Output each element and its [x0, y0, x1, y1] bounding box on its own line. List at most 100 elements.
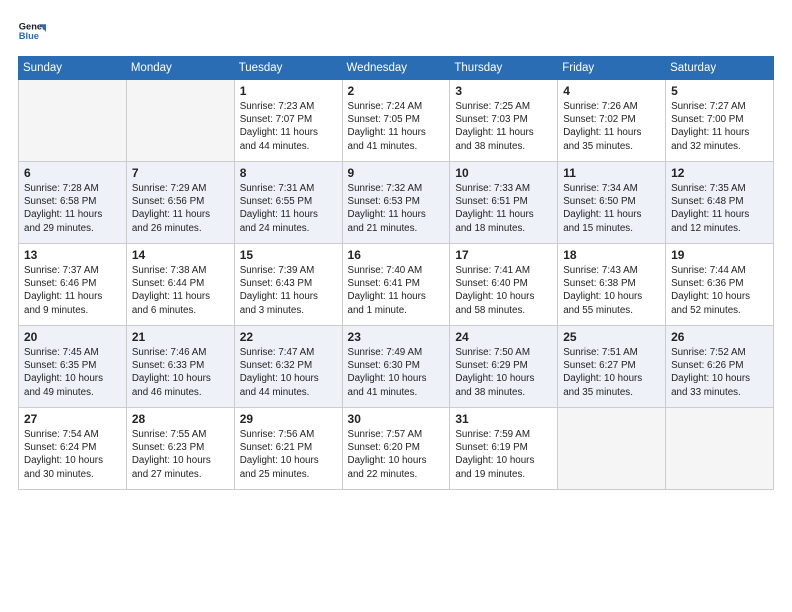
- day-number: 20: [24, 330, 121, 344]
- day-number: 6: [24, 166, 121, 180]
- day-info: Sunrise: 7:47 AMSunset: 6:32 PMDaylight:…: [240, 346, 337, 399]
- day-info: Sunrise: 7:35 AMSunset: 6:48 PMDaylight:…: [671, 182, 768, 235]
- calendar-cell: [666, 408, 774, 490]
- day-info: Sunrise: 7:34 AMSunset: 6:50 PMDaylight:…: [563, 182, 660, 235]
- day-number: 23: [348, 330, 445, 344]
- calendar-cell: 30 Sunrise: 7:57 AMSunset: 6:20 PMDayligh…: [342, 408, 450, 490]
- day-number: 24: [455, 330, 552, 344]
- day-info: Sunrise: 7:33 AMSunset: 6:51 PMDaylight:…: [455, 182, 552, 235]
- day-info: Sunrise: 7:25 AMSunset: 7:03 PMDaylight:…: [455, 100, 552, 153]
- day-number: 2: [348, 84, 445, 98]
- day-info: Sunrise: 7:40 AMSunset: 6:41 PMDaylight:…: [348, 264, 445, 317]
- svg-text:Blue: Blue: [19, 31, 39, 41]
- week-row-5: 27Sunrise: 7:54 AMSunset: 6:24 PMDayligh…: [19, 408, 774, 490]
- day-info: Sunrise: 7:41 AMSunset: 6:40 PMDaylight:…: [455, 264, 552, 317]
- day-number: 7: [132, 166, 229, 180]
- calendar-cell: 17 Sunrise: 7:41 AMSunset: 6:40 PMDayligh…: [450, 244, 558, 326]
- week-row-4: 20 Sunrise: 7:45 AMSunset: 6:35 PMDayligh…: [19, 326, 774, 408]
- calendar-cell: 10 Sunrise: 7:33 AMSunset: 6:51 PMDayligh…: [450, 162, 558, 244]
- calendar: SundayMondayTuesdayWednesdayThursdayFrid…: [18, 56, 774, 490]
- day-info: Sunrise: 7:50 AMSunset: 6:29 PMDaylight:…: [455, 346, 552, 399]
- calendar-cell: 24 Sunrise: 7:50 AMSunset: 6:29 PMDayligh…: [450, 326, 558, 408]
- day-info: Sunrise: 7:51 AMSunset: 6:27 PMDaylight:…: [563, 346, 660, 399]
- day-info: Sunrise: 7:31 AMSunset: 6:55 PMDaylight:…: [240, 182, 337, 235]
- week-row-2: 6 Sunrise: 7:28 AMSunset: 6:58 PMDaylight…: [19, 162, 774, 244]
- day-number: 9: [348, 166, 445, 180]
- logo: General Blue: [18, 18, 50, 46]
- day-info: Sunrise: 7:43 AMSunset: 6:38 PMDaylight:…: [563, 264, 660, 317]
- calendar-cell: 11 Sunrise: 7:34 AMSunset: 6:50 PMDayligh…: [558, 162, 666, 244]
- header-saturday: Saturday: [666, 57, 774, 80]
- calendar-cell: 27Sunrise: 7:54 AMSunset: 6:24 PMDayligh…: [19, 408, 127, 490]
- day-info: Sunrise: 7:32 AMSunset: 6:53 PMDaylight:…: [348, 182, 445, 235]
- day-info: Sunrise: 7:38 AMSunset: 6:44 PMDaylight:…: [132, 264, 229, 317]
- calendar-cell: 2 Sunrise: 7:24 AMSunset: 7:05 PMDaylight…: [342, 80, 450, 162]
- calendar-cell: 20 Sunrise: 7:45 AMSunset: 6:35 PMDayligh…: [19, 326, 127, 408]
- day-info: Sunrise: 7:37 AMSunset: 6:46 PMDaylight:…: [24, 264, 121, 317]
- day-number: 31: [455, 412, 552, 426]
- week-row-3: 13 Sunrise: 7:37 AMSunset: 6:46 PMDayligh…: [19, 244, 774, 326]
- calendar-cell: 3 Sunrise: 7:25 AMSunset: 7:03 PMDaylight…: [450, 80, 558, 162]
- calendar-cell: 18 Sunrise: 7:43 AMSunset: 6:38 PMDayligh…: [558, 244, 666, 326]
- header-wednesday: Wednesday: [342, 57, 450, 80]
- calendar-cell: 16 Sunrise: 7:40 AMSunset: 6:41 PMDayligh…: [342, 244, 450, 326]
- calendar-cell: 15 Sunrise: 7:39 AMSunset: 6:43 PMDayligh…: [234, 244, 342, 326]
- calendar-cell: 8 Sunrise: 7:31 AMSunset: 6:55 PMDaylight…: [234, 162, 342, 244]
- day-number: 12: [671, 166, 768, 180]
- calendar-cell: 29Sunrise: 7:56 AMSunset: 6:21 PMDayligh…: [234, 408, 342, 490]
- day-number: 21: [132, 330, 229, 344]
- day-info: Sunrise: 7:59 AMSunset: 6:19 PMDaylight:…: [455, 428, 552, 481]
- day-info: Sunrise: 7:23 AMSunset: 7:07 PMDaylight:…: [240, 100, 337, 153]
- day-number: 26: [671, 330, 768, 344]
- logo-icon: General Blue: [18, 18, 46, 46]
- day-number: 5: [671, 84, 768, 98]
- day-number: 1: [240, 84, 337, 98]
- header-monday: Monday: [126, 57, 234, 80]
- day-number: 13: [24, 248, 121, 262]
- calendar-cell: 1 Sunrise: 7:23 AMSunset: 7:07 PMDaylight…: [234, 80, 342, 162]
- calendar-cell: 26Sunrise: 7:52 AMSunset: 6:26 PMDayligh…: [666, 326, 774, 408]
- day-info: Sunrise: 7:29 AMSunset: 6:56 PMDaylight:…: [132, 182, 229, 235]
- header: General Blue: [18, 18, 774, 46]
- day-info: Sunrise: 7:39 AMSunset: 6:43 PMDaylight:…: [240, 264, 337, 317]
- calendar-header-row: SundayMondayTuesdayWednesdayThursdayFrid…: [19, 57, 774, 80]
- calendar-cell: [558, 408, 666, 490]
- calendar-cell: 22Sunrise: 7:47 AMSunset: 6:32 PMDayligh…: [234, 326, 342, 408]
- day-info: Sunrise: 7:26 AMSunset: 7:02 PMDaylight:…: [563, 100, 660, 153]
- calendar-cell: 7 Sunrise: 7:29 AMSunset: 6:56 PMDaylight…: [126, 162, 234, 244]
- day-info: Sunrise: 7:44 AMSunset: 6:36 PMDaylight:…: [671, 264, 768, 317]
- day-info: Sunrise: 7:27 AMSunset: 7:00 PMDaylight:…: [671, 100, 768, 153]
- calendar-cell: [126, 80, 234, 162]
- calendar-cell: 25 Sunrise: 7:51 AMSunset: 6:27 PMDayligh…: [558, 326, 666, 408]
- calendar-cell: [19, 80, 127, 162]
- calendar-cell: 9 Sunrise: 7:32 AMSunset: 6:53 PMDaylight…: [342, 162, 450, 244]
- calendar-cell: 13 Sunrise: 7:37 AMSunset: 6:46 PMDayligh…: [19, 244, 127, 326]
- day-number: 8: [240, 166, 337, 180]
- day-number: 28: [132, 412, 229, 426]
- day-number: 4: [563, 84, 660, 98]
- day-number: 25: [563, 330, 660, 344]
- day-number: 14: [132, 248, 229, 262]
- week-row-1: 1 Sunrise: 7:23 AMSunset: 7:07 PMDaylight…: [19, 80, 774, 162]
- day-info: Sunrise: 7:28 AMSunset: 6:58 PMDaylight:…: [24, 182, 121, 235]
- day-info: Sunrise: 7:56 AMSunset: 6:21 PMDaylight:…: [240, 428, 337, 481]
- header-tuesday: Tuesday: [234, 57, 342, 80]
- day-number: 16: [348, 248, 445, 262]
- day-number: 30: [348, 412, 445, 426]
- day-info: Sunrise: 7:45 AMSunset: 6:35 PMDaylight:…: [24, 346, 121, 399]
- day-info: Sunrise: 7:46 AMSunset: 6:33 PMDaylight:…: [132, 346, 229, 399]
- day-number: 15: [240, 248, 337, 262]
- calendar-cell: 5 Sunrise: 7:27 AMSunset: 7:00 PMDaylight…: [666, 80, 774, 162]
- calendar-cell: 14 Sunrise: 7:38 AMSunset: 6:44 PMDayligh…: [126, 244, 234, 326]
- calendar-cell: 21 Sunrise: 7:46 AMSunset: 6:33 PMDayligh…: [126, 326, 234, 408]
- day-number: 3: [455, 84, 552, 98]
- day-number: 10: [455, 166, 552, 180]
- day-info: Sunrise: 7:57 AMSunset: 6:20 PMDaylight:…: [348, 428, 445, 481]
- day-info: Sunrise: 7:24 AMSunset: 7:05 PMDaylight:…: [348, 100, 445, 153]
- header-friday: Friday: [558, 57, 666, 80]
- day-number: 17: [455, 248, 552, 262]
- calendar-cell: 12 Sunrise: 7:35 AMSunset: 6:48 PMDayligh…: [666, 162, 774, 244]
- day-info: Sunrise: 7:55 AMSunset: 6:23 PMDaylight:…: [132, 428, 229, 481]
- day-number: 18: [563, 248, 660, 262]
- day-number: 11: [563, 166, 660, 180]
